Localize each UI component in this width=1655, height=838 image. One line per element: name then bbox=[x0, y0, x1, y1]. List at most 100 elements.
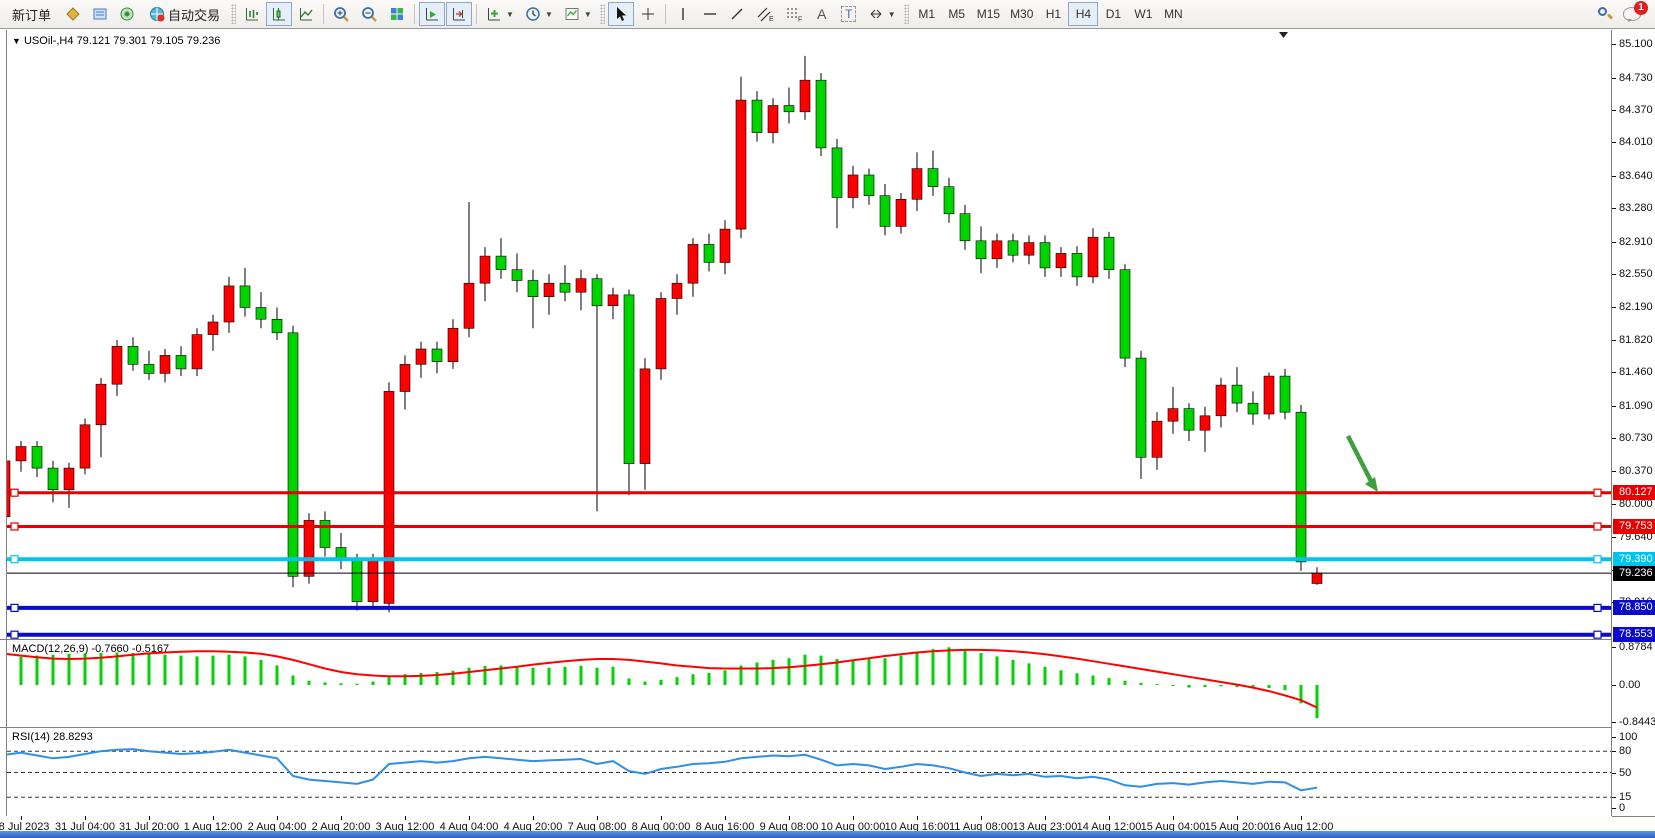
rsi-pane-canvas[interactable] bbox=[7, 729, 1612, 816]
price-tick: 84.010 bbox=[1612, 135, 1655, 149]
toolbar-drag-handle bbox=[231, 4, 236, 24]
new-order-label: 新订单 bbox=[12, 5, 51, 24]
arrows-tool-button[interactable]: ▼ bbox=[863, 2, 901, 26]
timeframe-m5[interactable]: M5 bbox=[942, 2, 972, 26]
timeframe-w1[interactable]: W1 bbox=[1128, 2, 1158, 26]
time-tick bbox=[789, 816, 790, 820]
svg-text:F: F bbox=[798, 17, 802, 23]
fibonacci-tool-button[interactable]: F bbox=[780, 2, 808, 26]
templates-button[interactable]: ▼ bbox=[559, 2, 597, 26]
price-tick: 83.280 bbox=[1612, 201, 1655, 215]
price-tick: -0.8443 bbox=[1612, 715, 1655, 729]
price-tick: 84.730 bbox=[1612, 71, 1655, 85]
status-strip bbox=[0, 831, 1655, 838]
indicators-button[interactable]: ▼ bbox=[481, 2, 519, 26]
svg-text:E: E bbox=[769, 16, 774, 22]
time-tick bbox=[405, 816, 406, 820]
ohlc-low: 79.105 bbox=[150, 35, 184, 47]
timeframe-h4[interactable]: H4 bbox=[1068, 2, 1098, 26]
time-tick bbox=[21, 816, 22, 820]
price-tick: 100 bbox=[1612, 730, 1655, 744]
time-tick bbox=[661, 816, 662, 820]
profiles-icon[interactable] bbox=[60, 2, 86, 26]
crosshair-tool-button[interactable] bbox=[635, 2, 661, 26]
timeframe-h1[interactable]: H1 bbox=[1038, 2, 1068, 26]
zoom-in-button[interactable] bbox=[328, 2, 355, 26]
price-tick: 82.910 bbox=[1612, 235, 1655, 249]
toolbar-drag-handle bbox=[600, 4, 605, 24]
time-tick bbox=[1045, 816, 1046, 820]
time-tick bbox=[597, 816, 598, 820]
chevron-down-icon: ▼ bbox=[545, 10, 553, 19]
macd-indicator-label: MACD(12,26,9) -0.7660 -0.5167 bbox=[12, 643, 169, 655]
time-tick bbox=[85, 816, 86, 820]
macd-pane-canvas[interactable] bbox=[7, 641, 1612, 727]
price-tick: 83.640 bbox=[1612, 169, 1655, 183]
price-level-label: 79.390 bbox=[1613, 552, 1655, 567]
chevron-down-icon: ▼ bbox=[888, 10, 896, 19]
price-axis[interactable]: 85.100 84.730 84.370 84.010 83.640 83.280 82.9… bbox=[1612, 30, 1655, 816]
equidistant-channel-tool-button[interactable]: E bbox=[751, 2, 779, 26]
candlestick-chart-type-button[interactable] bbox=[266, 2, 292, 26]
ohlc-open: 79.121 bbox=[77, 35, 111, 47]
line-chart-type-button[interactable] bbox=[293, 2, 319, 26]
price-tick: 81.090 bbox=[1612, 399, 1655, 413]
timeframe-m30[interactable]: M30 bbox=[1005, 2, 1038, 26]
pane-separator[interactable] bbox=[0, 727, 1655, 728]
price-tick: 80.730 bbox=[1612, 431, 1655, 445]
timeframe-mn[interactable]: MN bbox=[1158, 2, 1188, 26]
price-tick: 0.00 bbox=[1612, 678, 1655, 692]
new-order-button[interactable]: 新订单 bbox=[4, 2, 59, 26]
chart-left-border bbox=[6, 30, 7, 816]
time-tick bbox=[277, 816, 278, 820]
price-tick: 85.100 bbox=[1612, 37, 1655, 51]
chart-shift-button[interactable] bbox=[446, 2, 472, 26]
notification-badge: 1 bbox=[1634, 1, 1648, 15]
trendline-tool-button[interactable] bbox=[724, 2, 750, 26]
time-tick bbox=[981, 816, 982, 820]
price-tick: 81.460 bbox=[1612, 365, 1655, 379]
price-tick: 50 bbox=[1612, 766, 1655, 780]
mt-terminal-window: 新订单 自动交易 bbox=[0, 0, 1655, 838]
timeframe-switcher: M1M5M15M30H1H4D1W1MN bbox=[912, 2, 1189, 26]
timeframe-d1[interactable]: D1 bbox=[1098, 2, 1128, 26]
horizontal-line-tool-button[interactable] bbox=[697, 2, 723, 26]
price-chart-canvas[interactable] bbox=[7, 30, 1612, 639]
timeframe-m1[interactable]: M1 bbox=[912, 2, 942, 26]
price-tick: 0 bbox=[1612, 801, 1655, 815]
bar-chart-type-button[interactable] bbox=[239, 2, 265, 26]
search-icon[interactable] bbox=[1597, 6, 1613, 22]
chart-title: ▼ USOil-,H4 79.121 79.301 79.105 79.236 bbox=[12, 35, 220, 47]
periods-button[interactable]: ▼ bbox=[520, 2, 558, 26]
rsi-indicator-label: RSI(14) 28.8293 bbox=[12, 731, 93, 743]
tile-windows-icon[interactable] bbox=[384, 2, 410, 26]
notifications-button[interactable]: 1 bbox=[1623, 7, 1641, 21]
auto-scroll-button[interactable] bbox=[419, 2, 445, 26]
signals-icon[interactable] bbox=[114, 2, 140, 26]
timeframe-m15[interactable]: M15 bbox=[972, 2, 1005, 26]
market-watch-icon[interactable] bbox=[87, 2, 113, 26]
autotrade-label: 自动交易 bbox=[168, 5, 220, 24]
price-tick: 84.370 bbox=[1612, 103, 1655, 117]
ohlc-high: 79.301 bbox=[113, 35, 147, 47]
price-level-label: 80.127 bbox=[1613, 485, 1655, 500]
chevron-down-icon: ▼ bbox=[584, 10, 592, 19]
text-label-tool-button[interactable]: T bbox=[836, 2, 862, 26]
time-tick bbox=[533, 816, 534, 820]
price-tick: 80.370 bbox=[1612, 464, 1655, 478]
text-tool-glyph: A bbox=[817, 6, 826, 22]
pane-separator[interactable] bbox=[0, 639, 1655, 640]
time-tick bbox=[1237, 816, 1238, 820]
zoom-out-button[interactable] bbox=[356, 2, 383, 26]
time-tick bbox=[725, 816, 726, 820]
chevron-down-icon: ▼ bbox=[506, 10, 514, 19]
time-tick bbox=[213, 816, 214, 820]
time-tick bbox=[917, 816, 918, 820]
text-tool-button[interactable]: A bbox=[809, 2, 835, 26]
one-click-trading-toggle[interactable]: ▼ bbox=[12, 36, 21, 46]
autotrade-button[interactable]: 自动交易 bbox=[141, 2, 228, 26]
cursor-tool-button[interactable] bbox=[608, 2, 634, 26]
toolbar: 新订单 自动交易 bbox=[0, 0, 1655, 29]
time-tick bbox=[1109, 816, 1110, 820]
vertical-line-tool-button[interactable] bbox=[670, 2, 696, 26]
